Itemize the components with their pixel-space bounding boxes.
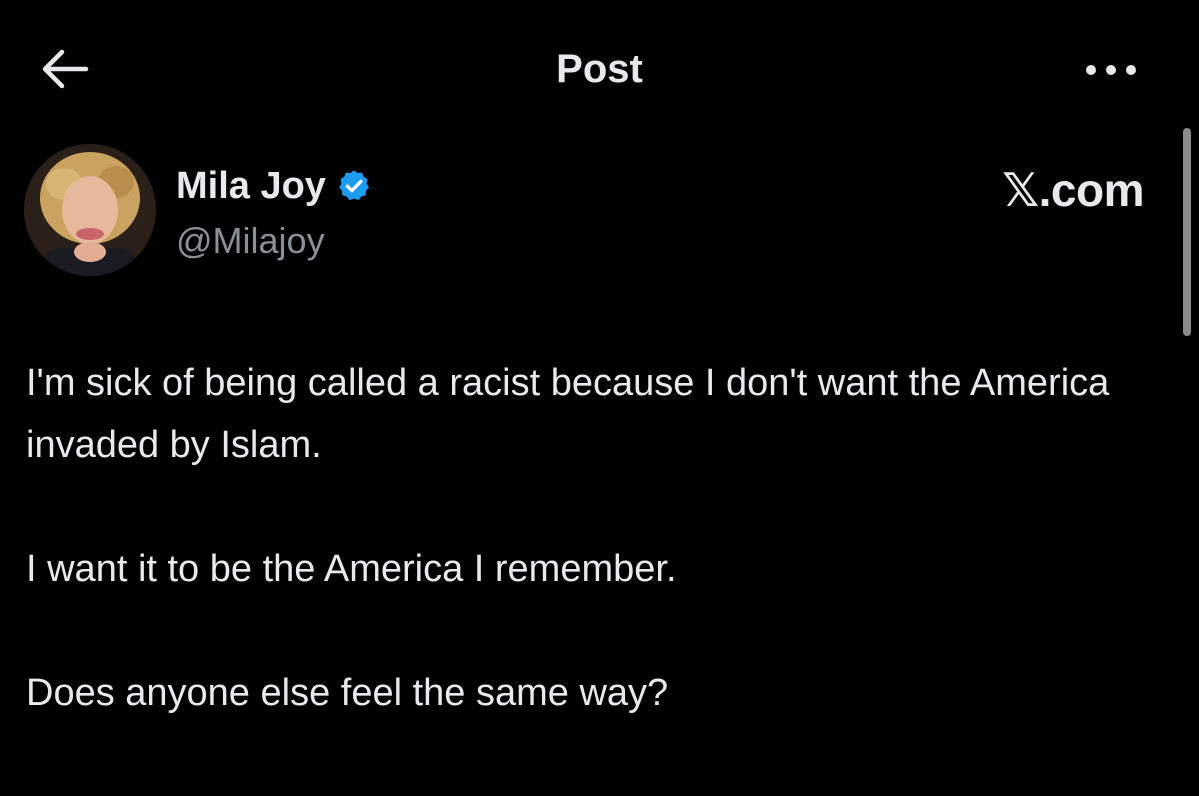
post-author: Mila Joy @Milajoy 𝕏.com	[24, 144, 1144, 284]
back-button[interactable]	[34, 44, 94, 94]
more-horizontal-icon	[1086, 65, 1136, 75]
author-name-row: Mila Joy	[176, 162, 372, 210]
arrow-left-icon	[42, 49, 89, 89]
post-paragraph: I'm sick of being called a racist becaus…	[26, 362, 1110, 466]
page-title: Post	[556, 47, 643, 91]
verified-badge-icon	[338, 170, 369, 201]
top-navigation-bar: Post	[0, 0, 1199, 140]
post-paragraph: I want it to be the America I remember.	[26, 548, 677, 590]
author-handle[interactable]: @Milajoy	[176, 218, 325, 264]
scrollbar[interactable]	[1183, 128, 1191, 336]
avatar[interactable]	[24, 144, 156, 276]
post-paragraph: Does anyone else feel the same way?	[26, 672, 669, 714]
post-text: I'm sick of being called a racist becaus…	[26, 352, 1166, 724]
author-display-name[interactable]: Mila Joy	[176, 162, 326, 210]
x-com-watermark: 𝕏.com	[1002, 164, 1144, 216]
more-options-button[interactable]	[1076, 50, 1146, 90]
avatar-image	[24, 144, 156, 276]
